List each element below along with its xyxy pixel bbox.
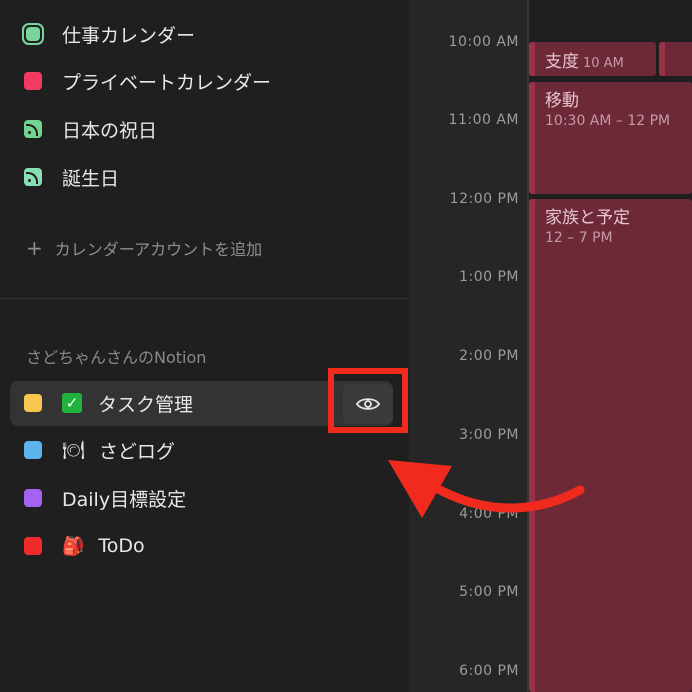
event-title: 家族と予定 [545, 208, 630, 228]
work-calendar-color-icon[interactable] [22, 23, 44, 45]
time-label: 11:00 AM [448, 112, 519, 128]
event-block[interactable]: 支度 10 AM [529, 42, 656, 76]
rss-feed-icon[interactable] [24, 120, 42, 138]
calendar-item-private[interactable]: プライベートカレンダー [24, 66, 271, 96]
notion-item-task-management[interactable]: ✓ タスク管理 [24, 387, 193, 419]
event-block[interactable]: 移動 10:30 AM – 12 PM [529, 82, 692, 194]
plus-icon: + [26, 236, 43, 260]
time-label: 5:00 PM [459, 584, 519, 600]
private-calendar-color-icon[interactable] [24, 72, 42, 90]
add-calendar-account-button[interactable]: + カレンダーアカウントを追加 [26, 234, 262, 262]
calendar-item-label: 誕生日 [62, 167, 120, 190]
time-label: 1:00 PM [459, 269, 519, 285]
calendar-item-birthdays[interactable]: 誕生日 [24, 162, 119, 192]
notion-item-daily-goals[interactable]: Daily目標設定 [24, 482, 186, 514]
task-management-color-icon[interactable] [24, 394, 42, 412]
time-gutter: 10:00 AM 11:00 AM 12:00 PM 1:00 PM 2:00 … [409, 0, 527, 692]
event-time: 10:30 AM – 12 PM [545, 113, 671, 129]
todo-color-icon[interactable] [24, 537, 42, 555]
event-title: 支度 [545, 52, 579, 72]
event-block[interactable] [659, 42, 692, 76]
notion-item-label: ToDo [98, 535, 145, 557]
pointer-arrow-annotation [388, 460, 585, 518]
calendar-item-label: プライベートカレンダー [62, 71, 272, 94]
rss-feed-icon[interactable] [24, 168, 42, 186]
check-mark-icon: ✓ [62, 393, 82, 413]
calendar-item-label: 日本の祝日 [62, 119, 158, 142]
event-time: 12 – 7 PM [545, 230, 613, 246]
day-events-column: 支度 10 AM 移動 10:30 AM – 12 PM 家族と予定 12 – 7… [529, 0, 692, 692]
plate-cutlery-icon: 🍽 [62, 439, 85, 461]
event-block[interactable]: 家族と予定 12 – 7 PM [529, 199, 692, 692]
notion-item-label: さどログ [98, 440, 175, 463]
time-label: 3:00 PM [459, 427, 519, 443]
calendar-item-work[interactable]: 仕事カレンダー [22, 19, 196, 49]
time-label: 6:00 PM [459, 663, 519, 679]
notion-item-label: タスク管理 [98, 393, 194, 416]
notion-section-header: さどちゃんさんのNotion [26, 348, 207, 367]
notion-item-label: Daily目標設定 [62, 488, 187, 511]
daily-goals-color-icon[interactable] [24, 489, 42, 507]
calendar-sidebar: 仕事カレンダー プライベートカレンダー 日本の祝日 誕生日 + カレンダーアカウ… [0, 0, 409, 692]
divider [0, 298, 409, 299]
highlight-annotation-box [328, 368, 408, 433]
event-time: 10 AM [583, 56, 624, 71]
notion-item-todo[interactable]: 🎒 ToDo [24, 530, 145, 562]
event-title: 移動 [545, 91, 579, 111]
time-label: 10:00 AM [448, 34, 519, 50]
add-account-label: カレンダーアカウントを追加 [54, 240, 263, 259]
calendar-item-label: 仕事カレンダー [62, 24, 196, 47]
time-label: 12:00 PM [449, 191, 519, 207]
notion-item-sado-log[interactable]: 🍽 さどログ [24, 434, 175, 466]
time-label: 2:00 PM [459, 348, 519, 364]
sado-log-color-icon[interactable] [24, 441, 42, 459]
calendar-item-holidays[interactable]: 日本の祝日 [24, 114, 157, 144]
backpack-icon: 🎒 [62, 535, 85, 557]
